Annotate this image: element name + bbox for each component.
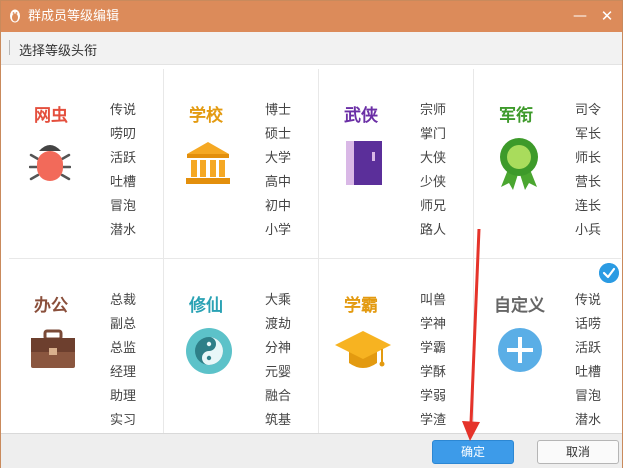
level-item: 小学 [265,223,292,238]
category-card-xueba[interactable]: 学霸 叫兽 学神 学霸 学酥 学弱 学渣 [311,259,465,449]
level-item: 实习 [110,413,137,428]
level-item: 筑基 [265,413,292,428]
level-item: 连长 [575,199,602,214]
level-item: 融合 [265,389,292,404]
graduation-cap-icon [335,331,391,368]
level-list: 传说 唠叨 活跃 吐槽 冒泡 潜水 [110,99,136,243]
level-item: 小兵 [575,223,602,238]
level-item: 冒泡 [575,389,602,404]
level-item: 路人 [420,223,447,238]
level-item: 军长 [575,127,602,142]
level-item: 少侠 [420,175,447,190]
category-title: 办公 [34,296,68,316]
category-card-bangong[interactable]: 办公 总裁 副总 总监 经理 助理 实习 [1,259,155,449]
level-item: 大乘 [265,293,292,308]
minimize-button[interactable]: — [571,7,589,25]
penguin-icon [10,9,20,23]
level-item: 吐槽 [110,175,137,190]
level-item: 学神 [420,317,447,332]
level-list: 宗师 掌门 大侠 少侠 师兄 路人 [420,99,446,243]
level-item: 司令 [575,103,602,118]
school-building-icon [186,142,230,184]
subheader-divider [9,40,10,55]
level-item: 叫兽 [420,293,447,308]
category-title: 修仙 [189,296,223,316]
category-card-wangchong[interactable]: 网虫 传说 唠叨 活跃 吐槽 冒泡 潜水 [1,65,155,255]
category-grid: 网虫 传说 唠叨 活跃 吐槽 冒泡 潜水 学校 博士 硕士 大学 高中 初中 小… [1,65,622,433]
medal-icon [500,138,538,190]
level-item: 师长 [575,151,602,166]
level-list: 叫兽 学神 学霸 学酥 学弱 学渣 [420,289,446,433]
level-item: 传说 [575,293,602,308]
category-card-wuxia[interactable]: 武侠 宗师 掌门 大侠 少侠 师兄 路人 [311,65,465,255]
level-list: 博士 硕士 大学 高中 初中 小学 [265,99,291,243]
level-item: 学霸 [420,341,447,356]
level-list: 司令 军长 师长 营长 连长 小兵 [575,99,601,243]
level-item: 大学 [265,151,292,166]
confirm-button[interactable]: 确定 [432,440,514,464]
level-item: 学酥 [420,365,447,380]
level-item: 掌门 [420,127,447,142]
level-item: 副总 [110,317,137,332]
level-item: 初中 [265,199,292,214]
subheader: 选择等级头衔 [1,32,622,65]
level-item: 高中 [265,175,292,190]
level-list: 传说 话唠 活跃 吐槽 冒泡 潜水 [575,289,601,433]
level-item: 潜水 [575,413,602,428]
level-item: 大侠 [420,151,447,166]
plus-circle-icon [498,328,542,372]
yin-yang-icon [186,328,232,374]
category-title: 军衔 [499,106,533,126]
level-item: 传说 [110,103,137,118]
category-title: 学校 [189,106,223,126]
category-card-xuexiao[interactable]: 学校 博士 硕士 大学 高中 初中 小学 [156,65,310,255]
category-card-xiuxian[interactable]: 修仙 大乘 渡劫 分神 元婴 融合 筑基 [156,259,310,449]
level-item: 分神 [265,341,292,356]
level-item: 硕士 [265,127,292,142]
level-item: 学弱 [420,389,447,404]
close-button[interactable]: ✕ [598,7,616,25]
level-item: 宗师 [420,103,447,118]
title-bar[interactable]: 群成员等级编辑 — ✕ [1,1,622,32]
category-card-junxian[interactable]: 军衔 司令 军长 师长 营长 连长 小兵 [466,65,620,255]
level-item: 活跃 [575,341,602,356]
level-item: 话唠 [575,317,602,332]
level-item: 冒泡 [110,199,137,214]
level-item: 师兄 [420,199,447,214]
category-title: 武侠 [344,106,378,126]
level-item: 渡劫 [265,317,292,332]
level-item: 总监 [110,341,137,356]
level-item: 元婴 [265,365,292,380]
level-list: 总裁 副总 总监 经理 助理 实习 [110,289,136,433]
level-item: 学渣 [420,413,447,428]
selected-check-icon [599,263,619,283]
level-item: 总裁 [110,293,137,308]
level-item: 唠叨 [110,127,137,142]
category-title: 自定义 [494,296,545,316]
level-list: 大乘 渡劫 分神 元婴 融合 筑基 [265,289,291,433]
level-item: 活跃 [110,151,137,166]
category-title: 网虫 [34,106,68,126]
level-item: 经理 [110,365,137,380]
book-icon [346,141,382,185]
cancel-button[interactable]: 取消 [537,440,619,464]
level-item: 潜水 [110,223,137,238]
briefcase-icon [31,329,75,368]
level-item: 博士 [265,103,292,118]
subheader-label: 选择等级头衔 [19,44,98,59]
category-card-custom[interactable]: 自定义 传说 话唠 活跃 吐槽 冒泡 潜水 [466,259,620,449]
level-item: 吐槽 [575,365,602,380]
category-title: 学霸 [344,296,378,316]
level-item: 助理 [110,389,137,404]
dialog-window: 群成员等级编辑 — ✕ 选择等级头衔 网虫 传说 唠叨 活跃 吐槽 冒泡 潜水 … [0,0,623,468]
dialog-footer: 确定 取消 [1,433,622,468]
bug-icon [29,145,71,181]
window-title: 群成员等级编辑 [28,9,120,24]
level-item: 营长 [575,175,602,190]
